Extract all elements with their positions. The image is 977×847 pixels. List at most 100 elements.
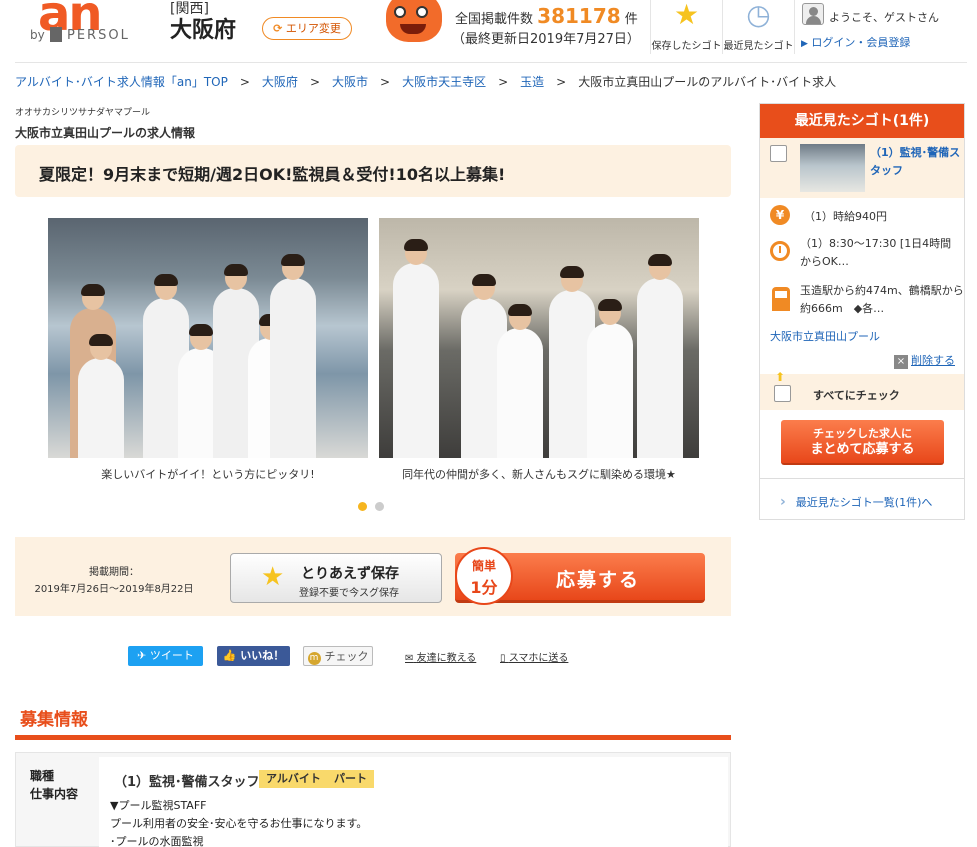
breadcrumb-tamatsukuri[interactable]: 玉造	[520, 75, 544, 89]
breadcrumb-osaka-city[interactable]: 大阪市	[332, 75, 368, 89]
close-icon: ×	[894, 355, 908, 369]
job-description-line: ▼プール監視STAFF	[110, 799, 207, 812]
login-register-label: ログイン・会員登録	[811, 36, 911, 49]
job-photo-1[interactable]	[48, 218, 368, 458]
mail-icon: ✉	[405, 653, 414, 664]
recruit-info-table: 職種 仕事内容 （1）監視･警備スタッフ アルバイト パート ▼プール監視STA…	[15, 752, 731, 847]
login-register-link[interactable]: ▶ ログイン・会員登録	[801, 34, 910, 50]
sidebar-job-link[interactable]: （1）監視･警備スタッフ	[870, 144, 962, 180]
user-avatar-icon	[802, 3, 824, 25]
welcome-text: ようこそ、ゲストさん	[829, 11, 939, 24]
bulk-apply-line2: まとめて応募する	[810, 442, 915, 457]
job-type-heading: 職種	[30, 769, 55, 783]
job-title: （1）監視･警備スタッフ	[114, 775, 260, 790]
check-all-checkbox[interactable]	[774, 385, 791, 402]
sidebar-store-link[interactable]: 大阪市立真田山プール	[770, 328, 880, 344]
job-thumbnail[interactable]	[800, 144, 865, 192]
recent-jobs-list-label: 最近見たシゴト一覧(1件)へ	[795, 496, 933, 509]
prefecture-label: 大阪府	[170, 18, 237, 43]
mixi-icon: m	[307, 652, 321, 665]
carousel-dots	[358, 500, 392, 514]
breadcrumb-tennoji[interactable]: 大阪市天王寺区	[402, 75, 486, 89]
twitter-bird-icon: ✈	[137, 649, 147, 662]
recruit-section-bar	[15, 735, 731, 740]
tweet-button[interactable]: ✈ ツイート	[128, 646, 203, 666]
star-icon: ★	[261, 562, 285, 592]
job-description: ▼プール監視STAFF プール利用者の安全･安心を守るお仕事になります。 ･プー…	[110, 797, 367, 847]
area-change-button[interactable]: ⟳ エリア変更	[262, 17, 352, 40]
delete-button[interactable]: × 削除する	[894, 352, 955, 369]
save-job-button[interactable]: ★ とりあえず保存 登録不要で今スグ保存	[230, 553, 442, 603]
site-header: an by PERSOL [関西] 大阪府 ⟳ エリア変更 全国掲載件数 381…	[0, 0, 977, 60]
recent-jobs-label: 最近見たシゴト	[723, 41, 794, 52]
period-value: 2019年7月26日～2019年8月22日	[34, 584, 194, 595]
breadcrumb-current: 大阪市立真田山プールのアルバイト･バイト求人	[578, 75, 837, 89]
persol-mark-icon	[50, 27, 62, 42]
photo-caption-2: 同年代の仲間が多く、新人さんもスグに馴染める環境★	[402, 468, 676, 481]
refresh-icon: ⟳	[273, 22, 283, 35]
train-icon	[772, 287, 790, 311]
job-count-unit: 件	[624, 12, 638, 27]
breadcrumb: アルバイト･バイト求人情報「an」TOP > 大阪府 > 大阪市 > 大阪市天王寺区 > 玉造 >…	[15, 73, 836, 90]
logo-persol-text: PERSOL	[67, 28, 130, 43]
triangle-right-icon: ▶	[801, 39, 808, 49]
mixi-check-button[interactable]: m チェック	[303, 646, 373, 666]
tell-friend-link[interactable]: ✉ 友達に教える	[405, 649, 476, 664]
star-icon: ★	[673, 0, 700, 31]
info-row-body: （1）監視･警備スタッフ アルバイト パート ▼プール監視STAFF プール利用…	[99, 757, 728, 847]
like-label: いいね！	[240, 649, 285, 662]
delete-label: 削除する	[911, 354, 955, 367]
breadcrumb-separator: >	[380, 75, 391, 89]
recent-jobs-list-link[interactable]: › 最近見たシゴト一覧(1件)へ	[780, 494, 932, 510]
breadcrumb-separator: >	[498, 75, 509, 89]
breadcrumb-separator: >	[309, 75, 320, 89]
store-title: 大阪市立真田山プールの求人情報	[15, 126, 196, 140]
thumbs-up-icon: 👍	[222, 649, 237, 662]
arrow-up-icon: ⬆	[775, 370, 786, 384]
badge-bottom: 1分	[470, 578, 498, 597]
carousel-dot-1[interactable]	[358, 502, 367, 511]
breadcrumb-top[interactable]: アルバイト･バイト求人情報「an」TOP	[15, 75, 228, 89]
an-logo[interactable]: an by PERSOL	[30, 0, 145, 50]
recent-jobs-sidebar: 最近見たシゴト(1件) （1）監視･警備スタッフ ¥ （1）時給940円 （1）…	[759, 103, 965, 520]
save-job-title: とりあえず保存	[301, 566, 399, 582]
job-photo-2[interactable]	[379, 218, 699, 458]
area-block: [関西] 大阪府	[170, 0, 236, 43]
badge-top: 簡単	[471, 559, 496, 573]
job-count-value: 381178	[537, 4, 621, 28]
send-to-phone-link[interactable]: ▯ スマホに送る	[500, 649, 568, 664]
sidebar-title: 最近見たシゴト(1件)	[760, 104, 964, 138]
bulk-apply-line1: チェックした求人に	[813, 427, 912, 440]
info-row-header: 職種 仕事内容	[30, 767, 78, 803]
photo-caption-1: 楽しいバイトがイイ！という方にピッタリ!	[101, 468, 315, 481]
recent-jobs-link[interactable]: ◷ 最近見たシゴト	[722, 0, 794, 54]
sidebar-divider	[760, 478, 964, 479]
saved-jobs-label: 保存したシゴト	[651, 41, 722, 52]
catch-copy: 夏限定！9月末まで短期/週2日OK!監視員＆受付!10名以上募集!	[15, 145, 731, 197]
check-all-label: すべてにチェック	[813, 389, 900, 402]
bulk-apply-button[interactable]: チェックした求人に まとめて応募する	[781, 420, 944, 465]
saved-jobs-link[interactable]: ★ 保存したシゴト	[650, 0, 722, 54]
store-kana: オオサカシリツサナダヤマプール	[15, 108, 151, 118]
job-content-heading: 仕事内容	[30, 787, 79, 801]
last-updated: （最終更新日2019年7月27日）	[452, 32, 640, 47]
smartphone-icon: ▯	[500, 653, 506, 664]
tell-friend-label: 友達に教える	[416, 653, 477, 664]
job-select-checkbox[interactable]	[770, 145, 787, 162]
tweet-label: ツイート	[149, 649, 194, 662]
breadcrumb-divider	[15, 62, 967, 63]
carousel-dot-2[interactable]	[375, 502, 384, 511]
logo-by-text: by	[30, 28, 45, 42]
sidebar-access: 玉造駅から約474m、鶴橋駅から約666m ◆各…	[800, 284, 964, 315]
breadcrumb-separator: >	[556, 75, 567, 89]
apply-bar: 掲載期間： 2019年7月26日～2019年8月22日 ★ とりあえず保存 登録…	[15, 537, 731, 616]
easy-one-minute-badge: 簡単 1分	[455, 547, 513, 605]
chevron-right-icon: ›	[780, 494, 786, 510]
breadcrumb-osaka-pref[interactable]: 大阪府	[262, 75, 298, 89]
guest-panel: ようこそ、ゲストさん ▶ ログイン・会員登録	[794, 0, 977, 54]
job-count: 全国掲載件数 381178 件	[455, 4, 638, 28]
employment-tag: パート	[327, 770, 374, 788]
clock-icon	[770, 241, 790, 261]
facebook-like-button[interactable]: 👍 いいね！	[217, 646, 290, 666]
check-label: チェック	[324, 650, 369, 663]
